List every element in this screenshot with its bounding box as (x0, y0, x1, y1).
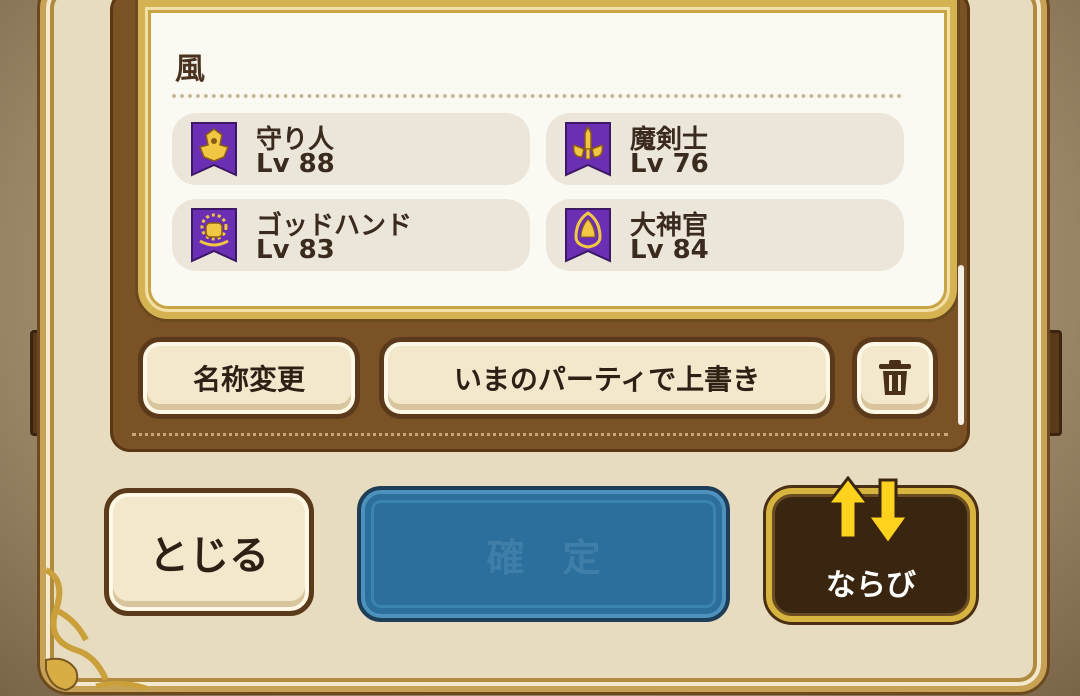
up-down-arrows-icon (824, 476, 911, 547)
sort-label: ならび (826, 568, 916, 603)
ornament-corner-icon (44, 567, 147, 692)
member-level: Lv 83 (256, 235, 335, 265)
party-member[interactable]: ゴッドハンド Lv 83 (172, 199, 530, 271)
party-member[interactable]: 大神官 Lv 84 (546, 199, 904, 271)
panel-divider (132, 433, 948, 436)
member-level: Lv 84 (630, 235, 709, 265)
party-name: 風 (175, 52, 205, 87)
magic-swordsman-job-icon (565, 122, 611, 177)
member-level: Lv 76 (630, 149, 709, 179)
confirm-button[interactable]: 確 定 (357, 486, 730, 622)
delete-button[interactable] (852, 337, 938, 419)
rename-button[interactable]: 名称変更 (138, 337, 360, 419)
trash-icon (879, 360, 911, 395)
party-name-divider (172, 94, 902, 98)
scrollbar[interactable] (958, 265, 964, 425)
party-member[interactable]: 魔剣士 Lv 76 (546, 113, 904, 185)
confirm-label: 確 定 (486, 535, 601, 580)
party-member[interactable]: 守り人 Lv 88 (172, 113, 530, 185)
member-level: Lv 88 (256, 149, 335, 179)
godhand-job-icon (191, 208, 237, 263)
guardian-job-icon (191, 122, 237, 177)
sort-button[interactable]: ならび (766, 476, 976, 622)
high-priest-job-icon (565, 208, 611, 263)
overwrite-party-button[interactable]: いまのパーティで上書き (379, 337, 835, 419)
